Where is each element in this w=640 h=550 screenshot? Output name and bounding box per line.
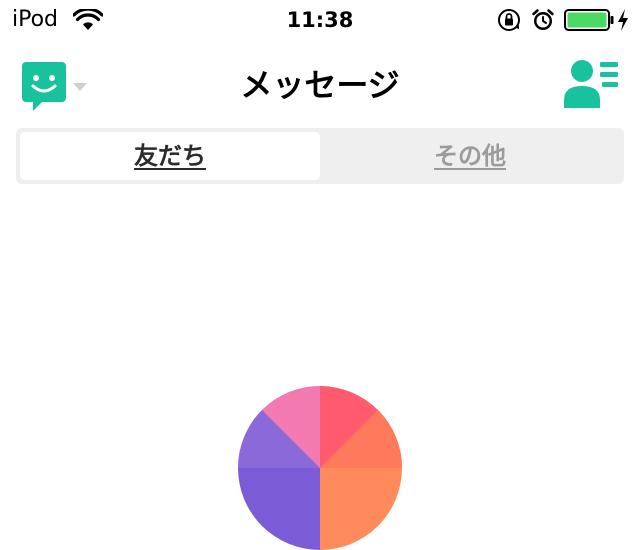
alarm-icon — [532, 9, 554, 30]
tab-friends[interactable]: 友だち — [20, 132, 320, 180]
segmented-control: 友だち その他 — [16, 128, 624, 184]
page-title: メッセージ — [240, 66, 400, 104]
rotation-lock-icon — [498, 9, 520, 31]
nav-bar: メッセージ — [0, 50, 640, 120]
charging-bolt-icon — [618, 9, 628, 31]
status-bar: iPod 11:38 — [0, 0, 640, 40]
contacts-button[interactable] — [562, 58, 620, 108]
battery-icon — [564, 9, 614, 31]
contacts-list-icon — [564, 60, 618, 108]
illustration-circle — [238, 386, 402, 550]
tab-friends-label: 友だち — [134, 142, 206, 170]
tab-others-label: その他 — [434, 142, 506, 170]
tab-others[interactable]: その他 — [320, 132, 620, 180]
